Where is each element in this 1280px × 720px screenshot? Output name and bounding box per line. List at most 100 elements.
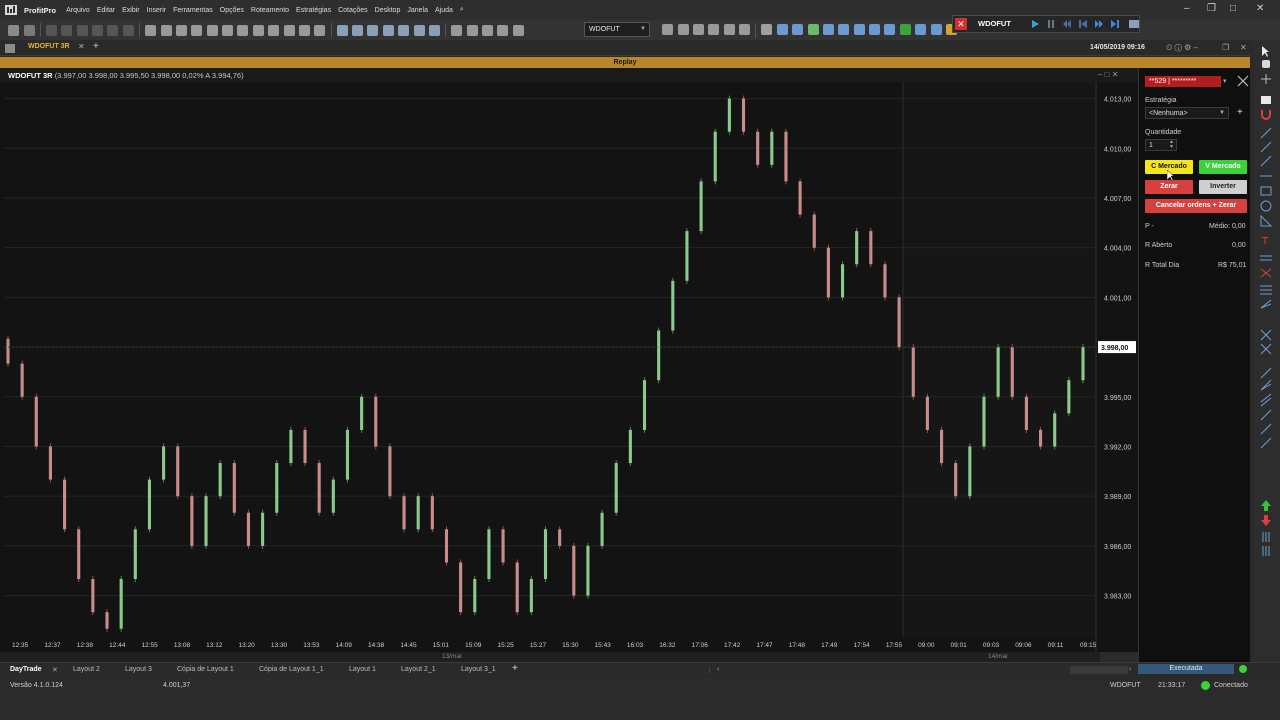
vertical-line-icon-2[interactable]: [1262, 546, 1270, 556]
renko-chart[interactable]: 4.013,00 4.010,00 4.007,00 4.004,00 4.001,00…: [0, 82, 1138, 662]
sell-market-button[interactable]: V Mercado: [1199, 160, 1247, 174]
layout-icon-7[interactable]: [869, 24, 881, 35]
draw-icon-2[interactable]: [352, 24, 364, 36]
add-strategy-icon[interactable]: +: [1237, 107, 1243, 118]
window-icon-3[interactable]: [692, 24, 704, 35]
redo-icon[interactable]: [61, 24, 73, 36]
add-tab-icon[interactable]: +: [93, 41, 99, 52]
add-layout-button[interactable]: +: [512, 663, 518, 674]
triangle-icon[interactable]: [1260, 214, 1273, 227]
menu-exibir[interactable]: Exibir: [122, 7, 140, 14]
fibonacci-icon[interactable]: [1260, 285, 1272, 295]
period-icon-5[interactable]: [206, 24, 218, 36]
stepper-arrows-icon[interactable]: ▲ ▼: [1169, 140, 1174, 150]
magnet-red-icon[interactable]: [1261, 110, 1271, 120]
layout-icon-1[interactable]: [776, 24, 788, 35]
window-icon-1[interactable]: [662, 24, 674, 35]
message-icon[interactable]: [930, 24, 942, 35]
period-icon-30[interactable]: [237, 24, 249, 36]
step-back-icon[interactable]: [1078, 19, 1088, 29]
draw-icon-6[interactable]: [413, 24, 425, 36]
menu-arquivo[interactable]: Arquivo: [66, 7, 90, 14]
titlebar-icons[interactable]: ⏲ ⓘ ⚙ –: [1166, 43, 1198, 53]
toolbar-icon-1[interactable]: [8, 24, 20, 36]
chart-tool-icon-4[interactable]: [191, 24, 203, 36]
magnet-icon[interactable]: [1261, 96, 1271, 104]
layout-icon-6[interactable]: [853, 24, 865, 35]
menu-ajuda[interactable]: Ajuda: [435, 7, 453, 14]
account-chevron-icon[interactable]: ▾: [1223, 77, 1227, 85]
window-icon-5[interactable]: [723, 24, 735, 35]
crosshair-icon[interactable]: [1261, 74, 1271, 84]
menu-desktop[interactable]: Desktop: [375, 7, 401, 14]
speed-icon[interactable]: [1110, 19, 1122, 29]
ray-icon[interactable]: [1260, 141, 1272, 153]
menu-cotacoes[interactable]: Cotações: [338, 7, 368, 14]
text-icon[interactable]: T: [1261, 236, 1269, 247]
layout-tab-3[interactable]: Layout 3: [125, 666, 152, 673]
maximize-icon[interactable]: □: [1230, 3, 1236, 14]
cancel-orders-zero-button[interactable]: Cancelar ordens + Zerar: [1145, 199, 1247, 213]
layout-tab-daytrade[interactable]: DayTrade: [10, 666, 42, 673]
chart-tab[interactable]: WDOFUT 3R: [28, 43, 70, 50]
ellipse-icon[interactable]: [1260, 200, 1272, 212]
extended-line-icon[interactable]: [1260, 155, 1272, 167]
parallel-lines-icon[interactable]: [1260, 393, 1272, 407]
draw-icon-1[interactable]: [336, 24, 348, 36]
hand-icon[interactable]: [1262, 60, 1270, 68]
restore-icon[interactable]: ❐: [1207, 3, 1216, 14]
money-icon[interactable]: [899, 24, 911, 35]
scroll-right-icon[interactable]: ›: [1129, 666, 1131, 673]
layout-tab-8[interactable]: Layout 3_1: [461, 666, 496, 673]
zoom-icon-4[interactable]: [497, 24, 509, 36]
period-icon-y[interactable]: [314, 24, 326, 36]
pitchfork-icon[interactable]: [1260, 343, 1272, 355]
scroll-left-icon[interactable]: ‹: [717, 666, 719, 673]
account-select[interactable]: **529 | *********: [1145, 76, 1221, 87]
replay-close-icon[interactable]: ✕: [955, 18, 967, 30]
search-icon[interactable]: ⌕: [460, 6, 464, 14]
arrow-up-icon[interactable]: [1261, 500, 1271, 511]
layout-tab-2[interactable]: Layout 2: [73, 666, 100, 673]
tabs-menu-icon[interactable]: ⋮: [706, 666, 713, 674]
window-icon-6[interactable]: [739, 24, 751, 35]
menu-roteamento[interactable]: Roteamento: [251, 7, 289, 14]
scissors-icon[interactable]: [1237, 75, 1249, 87]
regression-icon[interactable]: [1260, 437, 1272, 449]
menu-editar[interactable]: Editar: [97, 7, 115, 14]
fibonacci-fan-icon[interactable]: [1260, 299, 1272, 309]
period-icon-w[interactable]: [283, 24, 295, 36]
chart-area[interactable]: 4.013,00 4.010,00 4.007,00 4.004,00 4.001,00…: [0, 82, 1138, 652]
pause-icon[interactable]: [1046, 19, 1056, 29]
channel-icon[interactable]: [1260, 255, 1272, 261]
help-icon[interactable]: [915, 24, 927, 35]
fast-forward-icon[interactable]: [1094, 19, 1104, 29]
menu-estrategias[interactable]: Estratégias: [296, 7, 331, 14]
gann-fan-icon[interactable]: [1260, 379, 1272, 391]
menu-ferramentas[interactable]: Ferramentas: [173, 7, 213, 14]
period-icon-d[interactable]: [268, 24, 280, 36]
zoom-out-icon[interactable]: [482, 24, 494, 36]
zoom-in-icon[interactable]: [466, 24, 478, 36]
window-icon-4[interactable]: [708, 24, 720, 35]
tabs-scrollbar[interactable]: [1070, 666, 1128, 674]
window-icon-2[interactable]: [677, 24, 689, 35]
play-icon[interactable]: [1030, 19, 1040, 29]
save-icon[interactable]: [23, 24, 35, 36]
delete-drawings-icon[interactable]: [1260, 268, 1272, 278]
measure-icon[interactable]: [1260, 423, 1272, 435]
quantity-stepper[interactable]: 1 ▲ ▼: [1145, 139, 1177, 151]
chart-window-close-icon[interactable]: ✕: [1240, 43, 1247, 52]
cut-icon[interactable]: [76, 24, 88, 36]
close-icon[interactable]: ✕: [1256, 3, 1264, 14]
chart-tool-icon-3[interactable]: [175, 24, 187, 36]
grid-icon[interactable]: [512, 24, 524, 36]
layout-tab-5[interactable]: Cópia de Layout 1_1: [259, 666, 324, 673]
cursor-icon[interactable]: [1262, 46, 1269, 57]
rectangle-icon[interactable]: [1260, 186, 1272, 196]
draw-icon-7[interactable]: [428, 24, 440, 36]
arrow-down-icon[interactable]: [1261, 515, 1271, 526]
trend-line-icon[interactable]: [1260, 127, 1272, 139]
chart-window-buttons[interactable]: – □ ✕: [1098, 70, 1118, 79]
vertical-line-icon-1[interactable]: [1262, 532, 1270, 542]
